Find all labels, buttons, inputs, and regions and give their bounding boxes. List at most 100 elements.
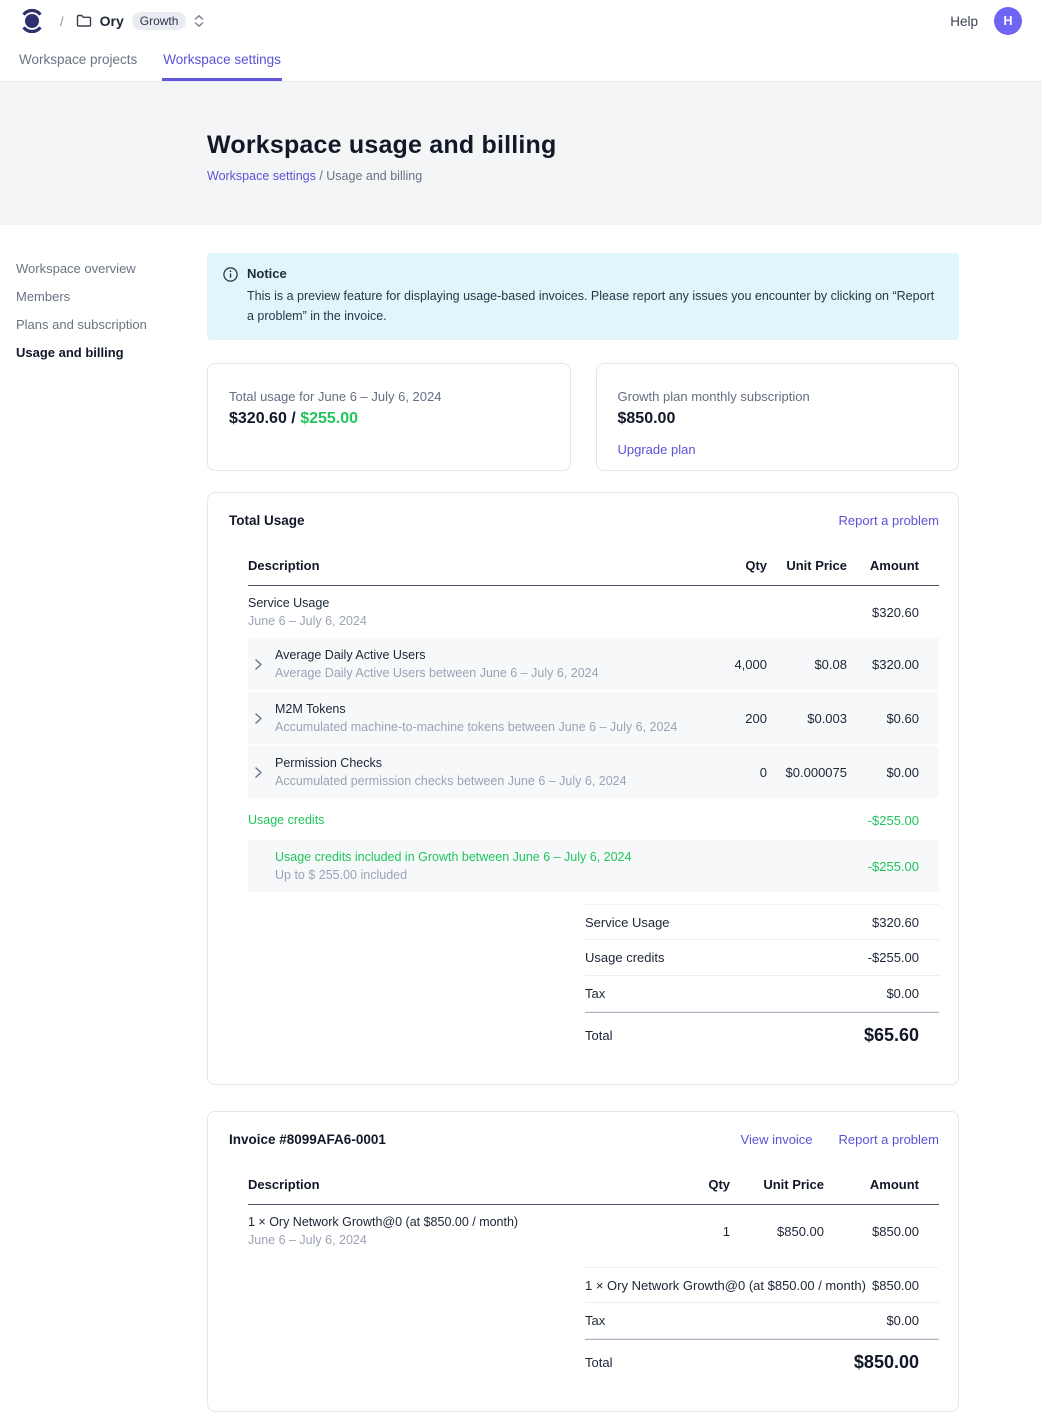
tab-bar: Workspace projects Workspace settings bbox=[0, 42, 1042, 82]
row-title: Service Usage bbox=[248, 596, 367, 610]
total-usage-card: Total Usage Report a problem Description… bbox=[207, 492, 959, 1085]
summary-row-total: Total $850.00 bbox=[585, 1339, 939, 1385]
row-amount: -$255.00 bbox=[847, 813, 919, 828]
invoice-summary: 1 × Ory Network Growth@0 (at $850.00 / m… bbox=[585, 1267, 939, 1385]
page-header: Workspace usage and billing Workspace se… bbox=[0, 82, 1042, 225]
breadcrumb-link-workspace-settings[interactable]: Workspace settings bbox=[207, 169, 316, 183]
tab-workspace-settings[interactable]: Workspace settings bbox=[162, 52, 282, 81]
row-title: Average Daily Active Users bbox=[275, 648, 599, 662]
table-row-invoice-line: 1 × Ory Network Growth@0 (at $850.00 / m… bbox=[248, 1205, 939, 1257]
invoice-table: Description Qty Unit Price Amount 1 × Or… bbox=[248, 1169, 939, 1385]
summary-value: $320.60 bbox=[872, 915, 919, 930]
summary-row-tax: Tax $0.00 bbox=[585, 976, 939, 1012]
invoice-card-title: Invoice #8099AFA6-0001 bbox=[229, 1132, 386, 1147]
row-qty: 4,000 bbox=[711, 657, 767, 672]
col-qty: Qty bbox=[711, 558, 767, 573]
row-amount: $0.60 bbox=[847, 711, 919, 726]
summary-value: $850.00 bbox=[872, 1278, 919, 1293]
total-label: Total bbox=[585, 1355, 612, 1370]
sidebar-item-usage-and-billing[interactable]: Usage and billing bbox=[16, 339, 186, 367]
row-unit-price: $0.08 bbox=[767, 657, 847, 672]
summary-label: Usage credits bbox=[585, 950, 664, 965]
summary-row-service-usage: Service Usage $320.60 bbox=[585, 904, 939, 940]
page-title: Workspace usage and billing bbox=[207, 131, 1042, 160]
info-icon bbox=[223, 267, 238, 326]
col-description: Description bbox=[248, 1177, 680, 1192]
subscription-amount: $850.00 bbox=[618, 410, 938, 428]
row-qty: 0 bbox=[711, 765, 767, 780]
user-avatar[interactable]: H bbox=[994, 7, 1022, 35]
chevron-right-icon[interactable] bbox=[248, 659, 275, 670]
usage-used-amount: $320.60 bbox=[229, 410, 287, 427]
row-subtitle: Up to $ 255.00 included bbox=[275, 868, 631, 882]
total-label: Total bbox=[585, 1028, 612, 1043]
table-row-usage-credits: Usage credits -$255.00 bbox=[248, 800, 939, 840]
row-amount: $320.00 bbox=[847, 657, 919, 672]
summary-row-usage-credits: Usage credits -$255.00 bbox=[585, 940, 939, 976]
table-row-m2m-tokens: M2M Tokens Accumulated machine-to-machin… bbox=[248, 692, 939, 746]
summary-label: 1 × Ory Network Growth@0 (at $850.00 / m… bbox=[585, 1278, 866, 1293]
sidebar-item-plans-and-subscription[interactable]: Plans and subscription bbox=[16, 311, 186, 339]
notice-title: Notice bbox=[247, 266, 941, 281]
row-title: Permission Checks bbox=[275, 756, 627, 770]
col-unit-price: Unit Price bbox=[730, 1177, 824, 1192]
ory-logo-icon[interactable] bbox=[20, 7, 46, 35]
table-row-permission-checks: Permission Checks Accumulated permission… bbox=[248, 746, 939, 800]
col-amount: Amount bbox=[847, 558, 919, 573]
breadcrumb-current: / Usage and billing bbox=[316, 169, 422, 183]
usage-summary: Service Usage $320.60 Usage credits -$25… bbox=[585, 904, 939, 1058]
col-unit-price: Unit Price bbox=[767, 558, 847, 573]
row-title: M2M Tokens bbox=[275, 702, 677, 716]
summary-label: Tax bbox=[585, 986, 605, 1001]
chevron-right-icon[interactable] bbox=[248, 713, 275, 724]
summary-row-subscription: 1 × Ory Network Growth@0 (at $850.00 / m… bbox=[585, 1267, 939, 1303]
col-description: Description bbox=[248, 558, 711, 573]
sidebar-item-workspace-overview[interactable]: Workspace overview bbox=[16, 255, 186, 283]
help-link[interactable]: Help bbox=[950, 14, 978, 29]
subscription-label: Growth plan monthly subscription bbox=[618, 389, 938, 404]
top-bar: / Ory Growth Help H bbox=[0, 0, 1042, 42]
breadcrumb: Workspace settings / Usage and billing bbox=[207, 169, 1042, 183]
workspace-switcher[interactable]: Ory Growth bbox=[76, 12, 205, 30]
row-unit-price: $850.00 bbox=[730, 1224, 824, 1239]
invoice-card: Invoice #8099AFA6-0001 View invoice Repo… bbox=[207, 1111, 959, 1412]
settings-sidebar: Workspace overview Members Plans and sub… bbox=[16, 255, 186, 367]
breadcrumb-separator: / bbox=[60, 14, 64, 29]
summary-value: $0.00 bbox=[886, 986, 919, 1001]
invoice-table-header: Description Qty Unit Price Amount bbox=[248, 1169, 939, 1205]
table-row-average-daily-active-users: Average Daily Active Users Average Daily… bbox=[248, 638, 939, 692]
row-subtitle: June 6 – July 6, 2024 bbox=[248, 1233, 518, 1247]
row-subtitle: June 6 – July 6, 2024 bbox=[248, 614, 367, 628]
usage-separator: / bbox=[287, 410, 300, 427]
row-unit-price: $0.000075 bbox=[767, 765, 847, 780]
tab-workspace-projects[interactable]: Workspace projects bbox=[18, 52, 138, 81]
summary-label: Tax bbox=[585, 1313, 605, 1328]
usage-included-amount: $255.00 bbox=[300, 410, 358, 427]
total-usage-card-title: Total Usage bbox=[229, 513, 305, 528]
summary-row-tax: Tax $0.00 bbox=[585, 1303, 939, 1339]
view-invoice-link[interactable]: View invoice bbox=[741, 1132, 813, 1147]
report-problem-link[interactable]: Report a problem bbox=[839, 513, 939, 528]
row-subtitle: Accumulated permission checks between Ju… bbox=[275, 774, 627, 788]
chevron-up-down-icon[interactable] bbox=[194, 14, 204, 28]
summary-row-total: Total $65.60 bbox=[585, 1012, 939, 1058]
workspace-name: Ory bbox=[100, 13, 124, 29]
usage-table: Description Qty Unit Price Amount Servic… bbox=[248, 550, 939, 1058]
upgrade-plan-link[interactable]: Upgrade plan bbox=[618, 442, 696, 457]
row-title: 1 × Ory Network Growth@0 (at $850.00 / m… bbox=[248, 1215, 518, 1229]
chevron-right-icon[interactable] bbox=[248, 767, 275, 778]
row-title: Usage credits included in Growth between… bbox=[275, 850, 631, 864]
row-title: Usage credits bbox=[248, 813, 324, 827]
row-qty: 200 bbox=[711, 711, 767, 726]
row-amount: $0.00 bbox=[847, 765, 919, 780]
sidebar-item-members[interactable]: Members bbox=[16, 283, 186, 311]
plan-badge: Growth bbox=[132, 12, 187, 30]
total-value: $850.00 bbox=[854, 1352, 919, 1373]
row-subtitle: Accumulated machine-to-machine tokens be… bbox=[275, 720, 677, 734]
usage-table-header: Description Qty Unit Price Amount bbox=[248, 550, 939, 586]
notice-body: This is a preview feature for displaying… bbox=[247, 286, 941, 326]
total-usage-value: $320.60 / $255.00 bbox=[229, 410, 549, 428]
total-usage-summary-card: Total usage for June 6 – July 6, 2024 $3… bbox=[207, 363, 571, 471]
report-problem-link[interactable]: Report a problem bbox=[839, 1132, 939, 1147]
subscription-summary-card: Growth plan monthly subscription $850.00… bbox=[596, 363, 960, 471]
